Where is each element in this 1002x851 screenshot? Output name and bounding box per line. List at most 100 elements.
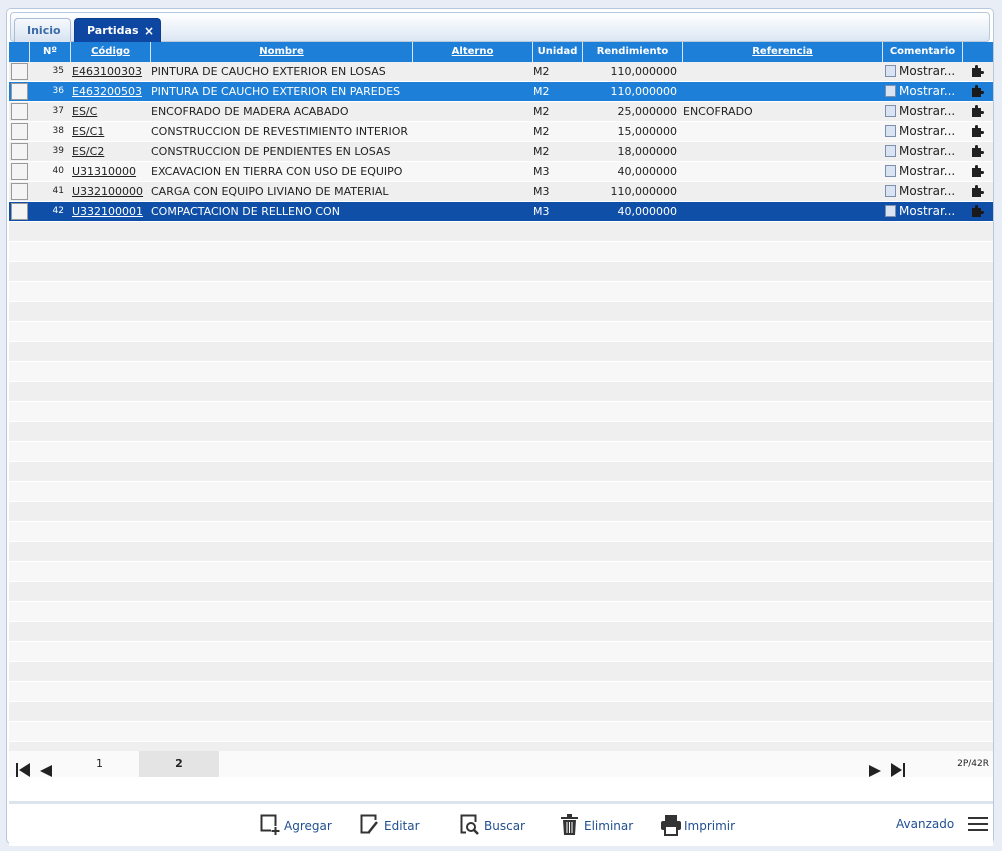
row-checkbox[interactable]: [11, 63, 28, 80]
tab-partidas-label: Partidas: [87, 24, 139, 37]
row-referencia: [682, 122, 882, 141]
row-number: 35: [52, 66, 64, 76]
row-checkbox[interactable]: [11, 203, 28, 220]
row-action[interactable]: [967, 102, 991, 121]
header-unit[interactable]: Unidad: [532, 42, 582, 62]
empty-row: [9, 402, 993, 422]
header-alt[interactable]: Alterno: [412, 42, 532, 62]
first-page-icon[interactable]: [16, 757, 30, 783]
puzzle-icon: [972, 205, 984, 217]
row-checkbox[interactable]: [11, 163, 28, 180]
row-checkbox[interactable]: [11, 183, 28, 200]
advanced-button[interactable]: Avanzado: [896, 814, 991, 834]
table-row[interactable]: 40 U31310000 EXCAVACION EN TIERRA CON USO …: [9, 162, 993, 182]
row-name: CONSTRUCCION DE PENDIENTES EN LOSAS: [151, 145, 391, 158]
row-action[interactable]: [967, 122, 991, 141]
row-code-link[interactable]: U31310000: [70, 162, 150, 181]
comment-doc-icon: [885, 185, 896, 197]
close-tab-icon[interactable]: ×: [144, 19, 154, 43]
table-row[interactable]: 37 ES/C ENCOFRADO DE MADERA ACABADO M2 25,00…: [9, 102, 993, 122]
empty-row: [9, 542, 993, 562]
page-record-count: 2P/42R: [957, 759, 989, 769]
row-comment-link[interactable]: Mostrar...: [883, 142, 963, 161]
row-referencia: [682, 82, 882, 101]
table-row[interactable]: 36 E463200503 PINTURA DE CAUCHO EXTERIOR E…: [9, 82, 993, 102]
search-button[interactable]: Buscar: [460, 814, 536, 836]
header-ref[interactable]: Referencia: [682, 42, 882, 62]
header-rend[interactable]: Rendimiento: [582, 42, 682, 62]
row-checkbox[interactable]: [11, 103, 28, 120]
row-checkbox[interactable]: [11, 143, 28, 160]
row-comment-label: Mostrar...: [899, 184, 956, 198]
empty-row: [9, 462, 993, 482]
grid-header: Nº Código Nombre Alterno Unidad Rendimie…: [9, 42, 993, 62]
row-number: 40: [52, 166, 64, 176]
empty-row: [9, 622, 993, 642]
header-code[interactable]: Código: [70, 42, 150, 62]
row-checkbox[interactable]: [11, 83, 28, 100]
header-num[interactable]: Nº: [29, 42, 70, 62]
edit-button[interactable]: Editar: [360, 814, 432, 836]
row-referencia: [682, 182, 882, 201]
row-code-link[interactable]: ES/C1: [70, 122, 150, 141]
row-referencia: [682, 142, 882, 161]
row-comment-link[interactable]: Mostrar...: [883, 82, 963, 101]
row-checkbox[interactable]: [11, 123, 28, 140]
print-button[interactable]: Imprimir: [660, 815, 744, 836]
delete-button[interactable]: Eliminar: [560, 814, 644, 836]
row-action[interactable]: [967, 162, 991, 181]
row-action[interactable]: [967, 62, 991, 81]
header-name[interactable]: Nombre: [150, 42, 412, 62]
next-page-icon[interactable]: [869, 758, 881, 784]
row-comment-link[interactable]: Mostrar...: [883, 162, 963, 181]
empty-row: [9, 362, 993, 382]
row-comment-link[interactable]: Mostrar...: [883, 62, 963, 81]
table-row[interactable]: 35 E463100303 PINTURA DE CAUCHO EXTERIOR E…: [9, 62, 993, 82]
row-unit: M2: [533, 125, 550, 138]
row-code-link[interactable]: ES/C: [70, 102, 150, 121]
tab-inicio[interactable]: Inicio: [14, 18, 71, 43]
row-rendimiento: 25,000000: [617, 105, 678, 118]
tab-partidas[interactable]: Partidas ×: [74, 18, 161, 43]
row-action[interactable]: [967, 202, 991, 221]
partidas-grid: Nº Código Nombre Alterno Unidad Rendimie…: [9, 42, 993, 762]
last-page-icon[interactable]: [891, 757, 905, 783]
previous-page-icon[interactable]: [40, 758, 52, 784]
row-name: PINTURA DE CAUCHO EXTERIOR EN LOSAS: [151, 65, 386, 78]
add-button[interactable]: Agregar: [260, 814, 340, 836]
row-action[interactable]: [967, 182, 991, 201]
row-code-link[interactable]: ES/C2: [70, 142, 150, 161]
empty-row: [9, 642, 993, 662]
table-row[interactable]: 41 U332100000 CARGA CON EQUIPO LIVIANO DE …: [9, 182, 993, 202]
comment-doc-icon: [885, 205, 896, 217]
row-code-link[interactable]: E463200503: [70, 82, 150, 101]
row-comment-link[interactable]: Mostrar...: [883, 182, 963, 201]
app-window: Inicio Partidas × Nº Código Nombre Alter…: [6, 8, 994, 846]
row-unit: M2: [533, 65, 550, 78]
row-action[interactable]: [967, 82, 991, 101]
row-comment-link[interactable]: Mostrar...: [883, 122, 963, 141]
row-comment-link[interactable]: Mostrar...: [883, 102, 963, 121]
page-link-1[interactable]: 1: [96, 751, 103, 777]
row-referencia: ENCOFRADO: [683, 105, 753, 118]
header-com[interactable]: Comentario: [882, 42, 962, 62]
puzzle-icon: [972, 125, 984, 137]
row-name: PINTURA DE CAUCHO EXTERIOR EN PAREDES: [151, 85, 401, 98]
advanced-label: Avanzado: [896, 817, 955, 831]
table-row[interactable]: 42 U332100001 COMPACTACION DE RELLENO CON M…: [9, 202, 993, 222]
row-unit: M2: [533, 105, 550, 118]
row-code-link[interactable]: U332100000: [70, 182, 150, 201]
pager: 1 2 2P/42R: [9, 751, 993, 777]
empty-row: [9, 222, 993, 242]
row-code-link[interactable]: E463100303: [70, 62, 150, 81]
header-select: [9, 42, 29, 62]
empty-row: [9, 302, 993, 322]
empty-row: [9, 382, 993, 402]
page-link-current[interactable]: 2: [139, 751, 219, 777]
row-name: ENCOFRADO DE MADERA ACABADO: [151, 105, 349, 118]
table-row[interactable]: 39 ES/C2 CONSTRUCCION DE PENDIENTES EN LOS…: [9, 142, 993, 162]
row-action[interactable]: [967, 142, 991, 161]
row-code-link[interactable]: U332100001: [70, 202, 150, 221]
table-row[interactable]: 38 ES/C1 CONSTRUCCION DE REVESTIMIENTO INT…: [9, 122, 993, 142]
row-comment-link[interactable]: Mostrar...: [883, 202, 963, 221]
